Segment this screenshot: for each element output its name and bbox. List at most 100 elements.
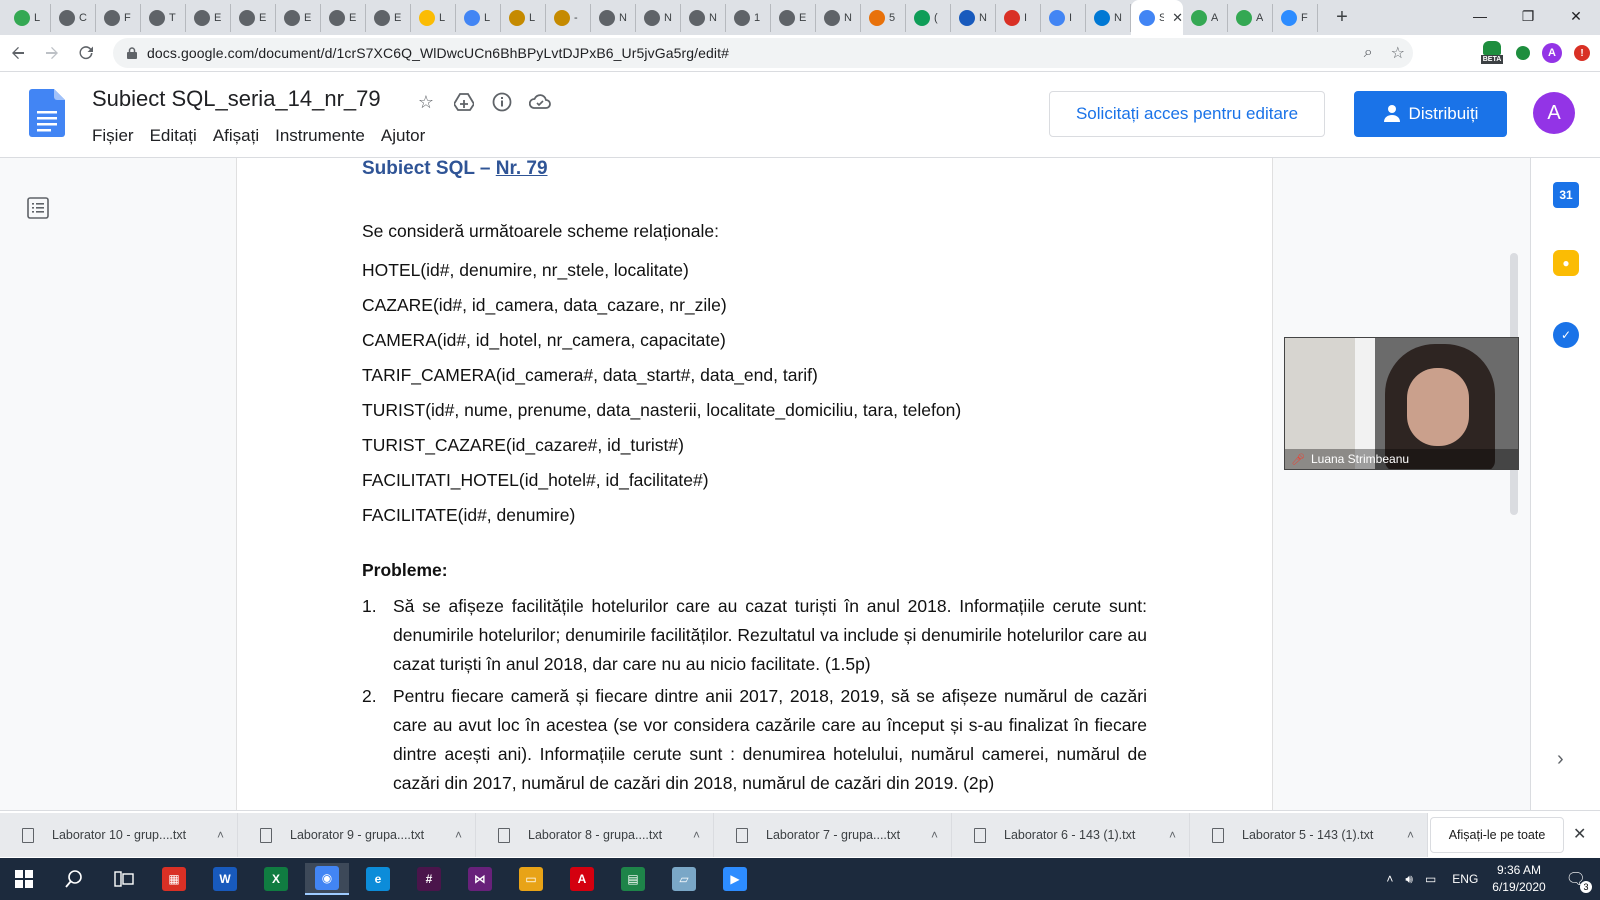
back-button[interactable]	[2, 37, 34, 69]
browser-tab[interactable]: E	[366, 3, 411, 32]
clock[interactable]: 9:36 AM 6/19/2020	[1492, 862, 1545, 896]
taskbar-app[interactable]: ▦	[152, 863, 196, 895]
taskbar-app[interactable]: e	[356, 863, 400, 895]
show-hidden-icons-icon[interactable]: ˄	[1386, 872, 1393, 886]
close-window-button[interactable]: ✕	[1552, 0, 1600, 32]
address-bar[interactable]: docs.google.com/document/d/1crS7XC6Q_WlD…	[113, 38, 1413, 68]
volume-icon[interactable]: 🔊︎	[1405, 872, 1413, 887]
share-button[interactable]: Distribuiți	[1354, 91, 1507, 137]
close-tab-icon[interactable]: ✕	[1172, 10, 1183, 26]
search-button[interactable]	[52, 863, 96, 895]
taskbar-app[interactable]: ◉	[305, 863, 349, 895]
new-tab-button[interactable]: +	[1328, 6, 1356, 29]
menu-help[interactable]: Ajutor	[374, 124, 432, 148]
reload-button[interactable]	[70, 37, 102, 69]
tasks-icon[interactable]: ✓	[1553, 322, 1579, 348]
browser-tab[interactable]: L	[6, 3, 51, 32]
browser-tab[interactable]: E	[771, 3, 816, 32]
browser-tab[interactable]: 5	[861, 3, 906, 32]
browser-tab[interactable]: E	[186, 3, 231, 32]
browser-tab[interactable]: L	[501, 3, 546, 32]
browser-tab[interactable]: F	[1273, 3, 1318, 32]
expand-side-panel-icon[interactable]: ›	[1557, 748, 1564, 771]
download-item[interactable]: Laborator 6 - 143 (1).txt ˄	[952, 813, 1190, 857]
browser-tab[interactable]: F	[96, 3, 141, 32]
taskbar-app[interactable]: ⋈	[458, 863, 502, 895]
taskbar-app[interactable]: ▤	[611, 863, 655, 895]
profile-avatar[interactable]: A	[1542, 43, 1562, 63]
notifications-icon[interactable]: 🗨︎ 3	[1566, 869, 1592, 893]
language-indicator[interactable]: ENG	[1452, 872, 1478, 886]
browser-tab[interactable]: L	[411, 3, 456, 32]
browser-tab[interactable]: L	[456, 3, 501, 32]
google-docs-logo-icon[interactable]	[29, 89, 65, 137]
browser-tab[interactable]: N	[591, 3, 636, 32]
taskbar-app[interactable]: A	[560, 863, 604, 895]
menu-tools[interactable]: Instrumente	[268, 124, 372, 148]
account-avatar[interactable]: A	[1533, 92, 1575, 134]
taskbar-app[interactable]: ▶	[713, 863, 757, 895]
beta-extension-icon[interactable]: BETA	[1480, 41, 1504, 65]
download-item[interactable]: Laborator 7 - grupa....txt ˄	[714, 813, 952, 857]
star-icon[interactable]: ☆	[414, 90, 438, 114]
request-edit-access-button[interactable]: Solicitați acces pentru editare	[1049, 91, 1325, 137]
update-icon[interactable]: !	[1574, 45, 1590, 61]
battery-icon[interactable]: ▭	[1425, 872, 1436, 886]
info-icon[interactable]	[490, 90, 514, 114]
browser-tab[interactable]: -	[546, 3, 591, 32]
green-dot-extension-icon[interactable]	[1516, 46, 1530, 60]
browser-tab[interactable]: (	[906, 3, 951, 32]
tab-active[interactable]: Su ✕	[1131, 0, 1183, 35]
taskbar-app[interactable]: ▭	[509, 863, 553, 895]
move-to-drive-icon[interactable]	[452, 90, 476, 114]
browser-tab[interactable]: A	[1228, 3, 1273, 32]
download-item[interactable]: Laborator 5 - 143 (1).txt ˄	[1190, 813, 1428, 857]
bookmark-star-icon[interactable]: ☆	[1391, 43, 1405, 63]
browser-tab[interactable]: A	[1183, 3, 1228, 32]
taskbar-app[interactable]: W	[203, 863, 247, 895]
heading-link[interactable]: Nr. 79	[496, 158, 548, 179]
document-outline-icon[interactable]	[26, 196, 50, 220]
video-call-tile[interactable]: 🎤︎ Luana Strimbeanu	[1284, 337, 1519, 470]
chevron-up-icon[interactable]: ˄	[931, 828, 938, 842]
show-all-downloads-button[interactable]: Afișați-le pe toate	[1430, 817, 1564, 853]
browser-tab[interactable]: N	[951, 3, 996, 32]
keep-icon[interactable]: ●	[1553, 250, 1579, 276]
browser-tab[interactable]: E	[276, 3, 321, 32]
chevron-up-icon[interactable]: ˄	[1169, 828, 1176, 842]
browser-tab[interactable]: N	[1086, 3, 1131, 32]
zoom-lens-icon[interactable]: ⌕	[1364, 44, 1373, 62]
browser-tab[interactable]: N	[816, 3, 861, 32]
taskbar-app[interactable]: ▱	[662, 863, 706, 895]
browser-tab[interactable]: 1	[726, 3, 771, 32]
download-item[interactable]: Laborator 10 - grup....txt ˄	[0, 813, 238, 857]
chevron-up-icon[interactable]: ˄	[455, 828, 462, 842]
download-item[interactable]: Laborator 8 - grupa....txt ˄	[476, 813, 714, 857]
browser-tab[interactable]: N	[681, 3, 726, 32]
taskbar-app[interactable]: #	[407, 863, 451, 895]
menu-file[interactable]: Fișier	[85, 124, 141, 148]
chevron-up-icon[interactable]: ˄	[1407, 828, 1414, 842]
document-title[interactable]: Subiect SQL_seria_14_nr_79	[92, 86, 381, 112]
chevron-up-icon[interactable]: ˄	[693, 828, 700, 842]
taskbar-app[interactable]: X	[254, 863, 298, 895]
browser-tab[interactable]: E	[231, 3, 276, 32]
calendar-icon[interactable]: 31	[1553, 182, 1579, 208]
browser-tab[interactable]: C	[51, 3, 96, 32]
browser-tab[interactable]: N	[636, 3, 681, 32]
browser-tab[interactable]: I	[996, 3, 1041, 32]
menu-view[interactable]: Afișați	[206, 124, 266, 148]
chevron-up-icon[interactable]: ˄	[217, 828, 224, 842]
task-view-button[interactable]	[102, 863, 146, 895]
minimize-button[interactable]: —	[1456, 0, 1504, 32]
start-button[interactable]	[2, 863, 46, 895]
browser-tab[interactable]: E	[321, 3, 366, 32]
restore-button[interactable]: ❐	[1504, 0, 1552, 32]
close-download-shelf-icon[interactable]: ✕	[1573, 824, 1586, 844]
download-item[interactable]: Laborator 9 - grupa....txt ˄	[238, 813, 476, 857]
browser-tab[interactable]: I	[1041, 3, 1086, 32]
browser-tab[interactable]: T	[141, 3, 186, 32]
forward-button[interactable]	[36, 37, 68, 69]
menu-edit[interactable]: Editați	[143, 124, 204, 148]
cloud-status-icon[interactable]	[528, 90, 552, 114]
